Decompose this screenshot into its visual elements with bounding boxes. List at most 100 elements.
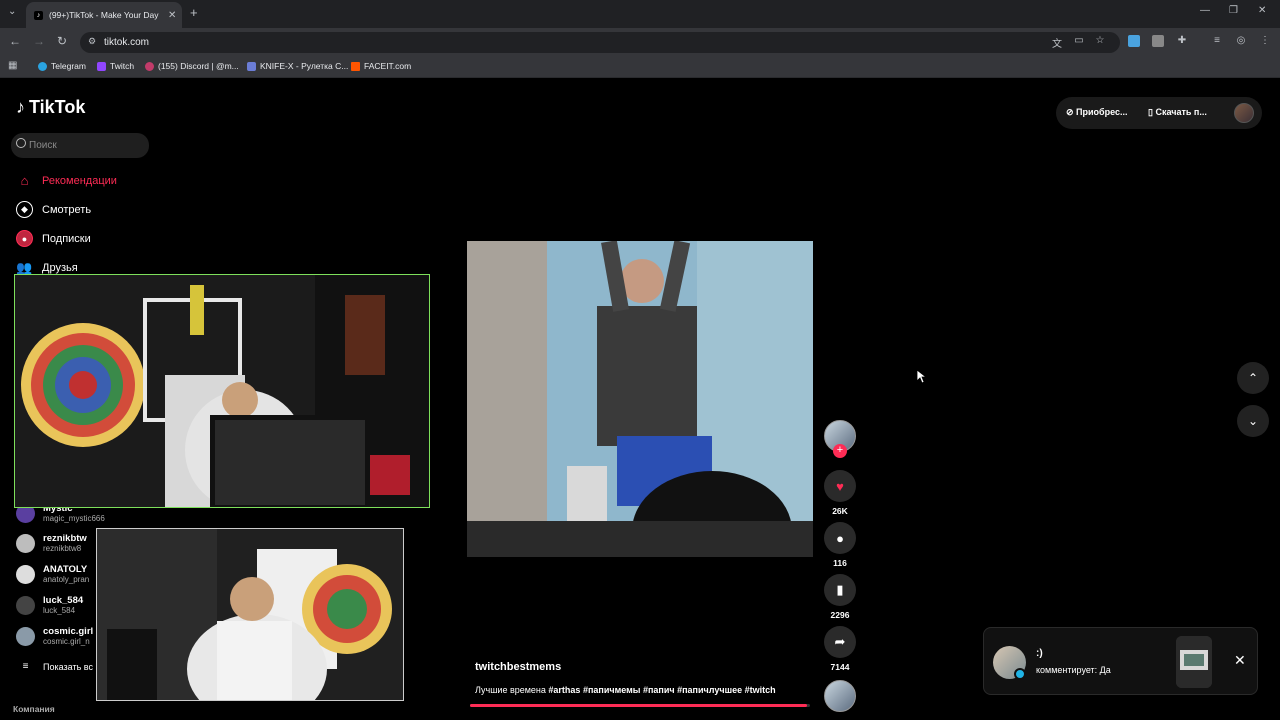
bookmark-faceit[interactable]: FACEIT.com xyxy=(351,61,411,71)
search-input[interactable]: Поиск xyxy=(11,133,149,158)
reload-icon[interactable]: ↻ xyxy=(57,34,67,48)
save-action[interactable]: ▮ 2296 xyxy=(824,574,856,620)
extension-icon[interactable] xyxy=(1128,35,1140,47)
buy-coins-button[interactable]: ⊘ Приобрес... xyxy=(1066,107,1128,118)
next-video-button[interactable]: ⌄ xyxy=(1237,405,1269,437)
comment-icon[interactable]: ● xyxy=(824,522,856,554)
download-app-button[interactable]: ▯ Скачать п... xyxy=(1148,107,1207,118)
nav-label: Друзья xyxy=(42,261,78,274)
webcam-scene xyxy=(97,529,403,700)
notification-thumbnail xyxy=(1176,636,1212,688)
nav-label: Подписки xyxy=(42,232,91,245)
show-all-link[interactable]: ≡ Показать вс xyxy=(16,661,93,672)
new-tab-icon[interactable]: + xyxy=(190,5,198,20)
forward-icon[interactable]: → xyxy=(33,34,45,48)
video-player[interactable] xyxy=(467,241,813,557)
top-actions-pill: ⊘ Приобрес... ▯ Скачать п... xyxy=(1056,97,1262,129)
telegram-icon xyxy=(38,61,47,71)
cast-icon[interactable]: ▭ xyxy=(1073,35,1085,47)
reading-list-icon[interactable]: ≡ xyxy=(1211,35,1223,47)
bookmark-telegram[interactable]: Telegram xyxy=(38,61,86,71)
comment-action[interactable]: ● 116 xyxy=(824,522,856,568)
following-item[interactable]: ANATOLY anatoly_pran xyxy=(16,564,89,584)
apps-grid-icon[interactable]: ▦ xyxy=(8,60,17,71)
save-count: 2296 xyxy=(830,610,850,620)
comment-notification[interactable]: :) комментирует: Да ✕ xyxy=(983,627,1258,695)
browser-toolbar: ← → ↻ ⚙ tiktok.com 文 ▭ ☆ ✚ ≡ ◎ ⋮ xyxy=(0,28,1280,56)
site-info-icon[interactable]: ⚙ xyxy=(88,36,96,47)
bookmark-star-icon[interactable]: ☆ xyxy=(1094,35,1106,47)
search-icon xyxy=(16,138,26,148)
webcam-overlay-main xyxy=(14,274,430,508)
share-icon[interactable]: ➦ xyxy=(824,626,856,658)
extension-icon[interactable] xyxy=(1152,35,1164,47)
heart-icon[interactable]: ♥ xyxy=(824,470,856,502)
like-action[interactable]: ♥ 26K xyxy=(824,470,856,516)
nav-recommendations[interactable]: ⌂ Рекомендации xyxy=(16,172,117,189)
following-name: ANATOLY xyxy=(43,564,88,575)
webcam-scene xyxy=(15,275,429,507)
share-action[interactable]: ➦ 7144 xyxy=(824,626,856,672)
mouse-cursor-icon xyxy=(917,370,927,384)
close-icon[interactable]: ✕ xyxy=(1234,652,1246,669)
following-username: magic_mystic666 xyxy=(43,514,105,523)
bookmark-icon[interactable]: ▮ xyxy=(824,574,856,606)
avatar xyxy=(16,626,35,646)
back-icon[interactable]: ← xyxy=(9,34,21,48)
discord-icon xyxy=(145,61,154,71)
extensions-puzzle-icon[interactable]: ✚ xyxy=(1176,35,1188,47)
bookmarks-bar: ▦ Telegram Twitch (155) Discord | @m... … xyxy=(0,56,1280,78)
chevron-up-icon: ⌃ xyxy=(1247,371,1259,385)
close-tab-icon[interactable]: ✕ xyxy=(168,10,182,21)
tiktok-logo-icon: ♪ xyxy=(16,97,25,117)
video-progress-fill xyxy=(470,704,807,707)
following-name: cosmic.girl xyxy=(43,626,94,637)
browser-tab[interactable]: ♪ (99+)TikTok - Make Your Day ✕ xyxy=(26,2,182,28)
tiktok-logo[interactable]: ♪ TikTok xyxy=(16,97,85,118)
avatar xyxy=(16,533,35,553)
url-text: tiktok.com xyxy=(104,37,150,48)
following-item[interactable]: cosmic.girl cosmic.girl_n xyxy=(16,626,93,646)
notification-subtitle: комментирует: Да xyxy=(1036,665,1111,675)
tiktok-page: ♪ TikTok Поиск ⌂ Рекомендации ◆ Смотреть… xyxy=(0,79,1280,720)
translate-icon[interactable]: 文 xyxy=(1051,35,1063,50)
comment-count: 116 xyxy=(833,558,847,568)
previous-video-button[interactable]: ⌃ xyxy=(1237,362,1269,394)
following-item[interactable]: luck_584 luck_584 xyxy=(16,595,83,615)
following-username: anatoly_pran xyxy=(43,575,90,584)
bookmark-knifex[interactable]: KNIFE-X - Рулетка С... xyxy=(247,61,348,71)
knifex-icon xyxy=(247,61,256,71)
follow-plus-icon[interactable]: + xyxy=(833,444,847,458)
share-count: 7144 xyxy=(830,662,850,672)
profile-icon[interactable]: ◎ xyxy=(1235,35,1247,47)
close-window-icon[interactable]: ✕ xyxy=(1258,5,1266,16)
minimize-icon[interactable]: — xyxy=(1200,5,1210,16)
avatar[interactable] xyxy=(1234,103,1254,123)
video-author[interactable]: twitchbestmems xyxy=(475,661,561,673)
following-item[interactable]: reznikbtw reznikbtw8 xyxy=(16,533,87,553)
bookmark-label: Twitch xyxy=(110,61,135,71)
show-all-label: Показать вс xyxy=(43,661,93,672)
bookmark-twitch[interactable]: Twitch xyxy=(97,61,134,71)
browser-tab-bar: ⌄ ♪ (99+)TikTok - Make Your Day ✕ + — ❐ … xyxy=(0,0,1280,28)
following-username: luck_584 xyxy=(43,606,76,615)
nav-watch[interactable]: ◆ Смотреть xyxy=(16,201,91,218)
music-disc-avatar[interactable] xyxy=(824,680,856,712)
tiktok-icon: ♪ xyxy=(34,10,43,20)
video-progress-bar[interactable] xyxy=(470,704,810,707)
bookmark-label: FACEIT.com xyxy=(364,61,412,71)
tab-search-icon[interactable]: ⌄ xyxy=(8,6,16,17)
caption-hashtags[interactable]: #arthas #папичмемы #папич #папичлучшее #… xyxy=(548,685,775,695)
bookmark-discord[interactable]: (155) Discord | @m... xyxy=(145,61,239,71)
comment-badge-icon xyxy=(1014,668,1026,680)
restore-icon[interactable]: ❐ xyxy=(1229,5,1238,16)
buy-label: Приобрес... xyxy=(1076,107,1128,117)
like-count: 26K xyxy=(832,506,848,516)
company-heading[interactable]: Компания xyxy=(13,704,55,714)
following-avatar-icon: ● xyxy=(16,230,33,247)
video-caption: Лучшие времена #arthas #папичмемы #папич… xyxy=(475,685,776,695)
nav-subscriptions[interactable]: ● Подписки xyxy=(16,230,91,247)
address-bar[interactable]: ⚙ tiktok.com xyxy=(80,32,1120,53)
menu-kebab-icon[interactable]: ⋮ xyxy=(1259,35,1271,47)
nav-label: Смотреть xyxy=(42,203,92,216)
